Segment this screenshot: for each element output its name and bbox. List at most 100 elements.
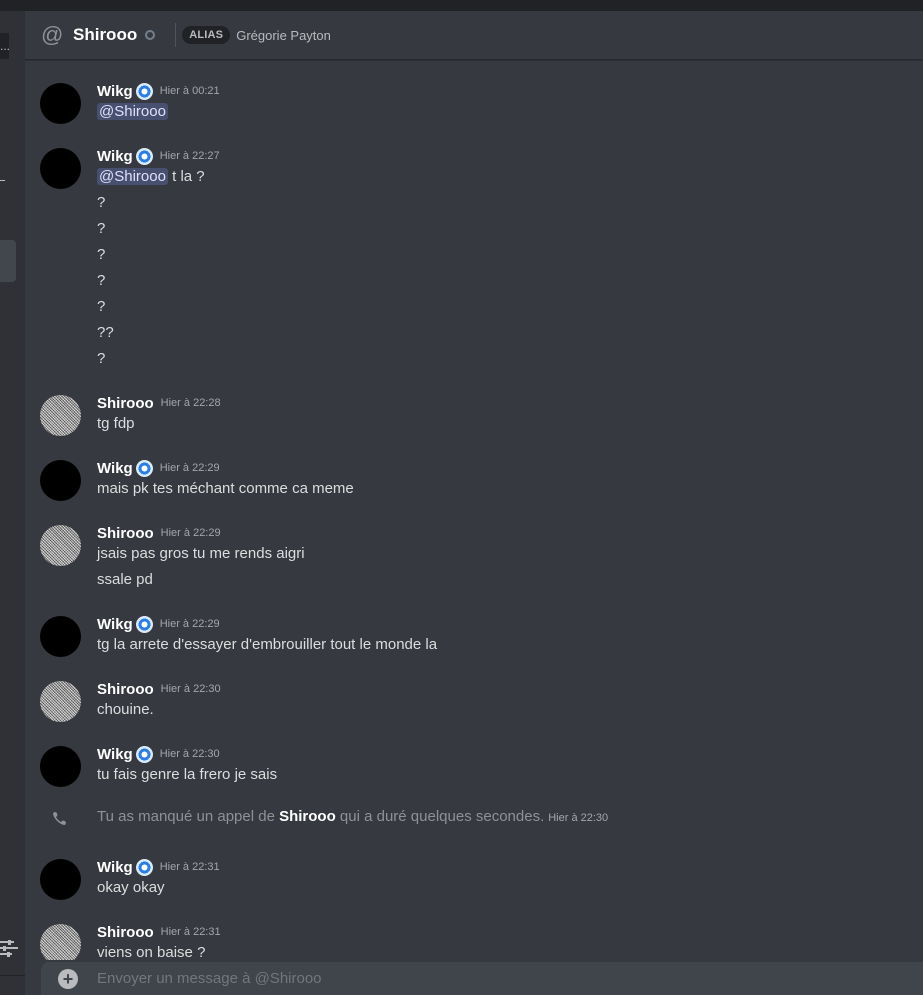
author-name[interactable]: Wikg [97,83,133,100]
timestamp[interactable]: Hier à 22:31 [161,926,221,938]
message-line: ? [97,272,105,289]
message-header: Shirooo Hier à 22:29 [97,523,221,543]
message-text: ? [97,246,106,263]
message-text: tu fais genre la frero je sais [97,766,278,783]
message-header: Wikg Hier à 00:21 [97,81,220,101]
message-header: Wikg Hier à 22:29 [97,614,220,634]
dm-header: @ Shirooo ALIAS Grégorie Payton [25,11,923,60]
message-input[interactable] [97,966,797,991]
avatar[interactable] [40,460,81,501]
author-name[interactable]: Shirooo [97,395,154,412]
message-text: ? [97,220,106,237]
message-line: tg fdp [97,415,135,432]
message-text: chouine. [97,701,154,718]
nitro-badge-icon[interactable] [135,615,153,633]
message-text: jsais pas gros tu me rends aigri [97,545,305,562]
message-line: ? [97,220,105,237]
add-attachment-icon[interactable]: + [58,968,78,989]
nitro-badge-icon[interactable] [135,459,153,477]
avatar[interactable] [40,395,81,436]
timestamp[interactable]: Hier à 00:21 [160,85,220,97]
author-name[interactable]: Shirooo [97,681,154,698]
avatar[interactable] [40,681,81,722]
message-line: okay okay [97,879,165,896]
settings-icon[interactable] [0,938,18,958]
message-text: okay okay [97,879,165,896]
author-name[interactable]: Wikg [97,460,133,477]
divider [0,180,5,181]
message-text: ? [97,194,106,211]
avatar[interactable] [40,525,81,566]
at-icon: @ [41,22,64,47]
message-line: tg la arrete d'essayer d'embrouiller tou… [97,636,437,653]
avatar[interactable] [40,83,81,124]
message-line: ? [97,194,105,211]
message-composer: + [41,962,923,995]
avatar[interactable] [40,924,81,960]
message-line: mais pk tes méchant comme ca meme [97,480,354,497]
author-name[interactable]: Wikg [97,148,133,165]
message-line: ssale pd [97,571,153,588]
message-text: ? [97,298,106,315]
system-message: Tu as manqué un appel de Shirooo qui a d… [97,808,608,825]
message-header: Wikg Hier à 22:30 [97,744,220,764]
timestamp[interactable]: Hier à 22:28 [161,397,221,409]
avatar[interactable] [40,148,81,189]
message-text: viens on baise ? [97,944,206,960]
message-line: viens on baise ? [97,944,205,960]
message-line: ? [97,246,105,263]
nitro-badge-icon[interactable] [135,147,153,165]
author-name[interactable]: Wikg [97,746,133,763]
selected-dm-item[interactable] [0,240,16,282]
message-line: jsais pas gros tu me rends aigri [97,545,305,562]
status-offline-icon [145,30,156,40]
user-mention[interactable]: @Shirooo [97,168,168,185]
message-line: ? [97,350,105,367]
timestamp[interactable]: Hier à 22:29 [160,462,220,474]
message-header: Wikg Hier à 22:27 [97,146,220,166]
avatar[interactable] [40,746,81,787]
message-list[interactable]: Wikg Hier à 00:21 @Shirooo Wikg Hier à 22:27… [25,60,923,960]
message-text: tg fdp [97,415,135,432]
user-mention[interactable]: @Shirooo [97,103,168,120]
author-name[interactable]: Wikg [97,616,133,633]
message-text: ssale pd [97,571,153,588]
nitro-badge-icon[interactable] [135,82,153,100]
message-text: t la ? [167,168,205,185]
message-text: ? [97,272,106,289]
message-text: mais pk tes méchant comme ca meme [97,480,354,497]
header-divider [175,23,177,47]
divider [0,975,25,976]
nitro-badge-icon[interactable] [135,745,153,763]
author-name[interactable]: Wikg [97,859,133,876]
dm-title: Shirooo [73,25,138,44]
timestamp[interactable]: Hier à 22:29 [161,527,221,539]
message-header: Wikg Hier à 22:31 [97,857,220,877]
author-name[interactable]: Shirooo [97,525,154,542]
avatar[interactable] [40,616,81,657]
author-name[interactable]: Shirooo [97,924,154,941]
timestamp[interactable]: Hier à 22:29 [160,618,220,630]
message-header: Shirooo Hier à 22:30 [97,679,221,699]
avatar[interactable] [40,859,81,900]
timestamp[interactable]: Hier à 22:30 [160,748,220,760]
message-line: tu fais genre la frero je sais [97,766,277,783]
alias-name: Grégorie Payton [236,27,331,43]
system-text: qui a duré quelques secondes. [335,808,545,825]
timestamp[interactable]: Hier à 22:31 [160,861,220,873]
message-line: @Shirooo [97,103,168,120]
message-header: Shirooo Hier à 22:28 [97,393,221,413]
message-text: ? [97,350,106,367]
more-indicator[interactable]: ... [0,33,10,59]
message-header: Wikg Hier à 22:29 [97,458,220,478]
message-line: @Shirooo t la ? [97,168,205,185]
timestamp[interactable]: Hier à 22:30 [161,683,221,695]
timestamp[interactable]: Hier à 22:30 [548,812,608,824]
channel-sidebar-edge: ... [0,11,25,995]
nitro-badge-icon[interactable] [135,858,153,876]
message-line: ?? [97,324,114,341]
message-line: ? [97,298,105,315]
timestamp[interactable]: Hier à 22:27 [160,150,220,162]
system-user-name[interactable]: Shirooo [279,808,336,825]
missed-call-icon [52,810,68,826]
